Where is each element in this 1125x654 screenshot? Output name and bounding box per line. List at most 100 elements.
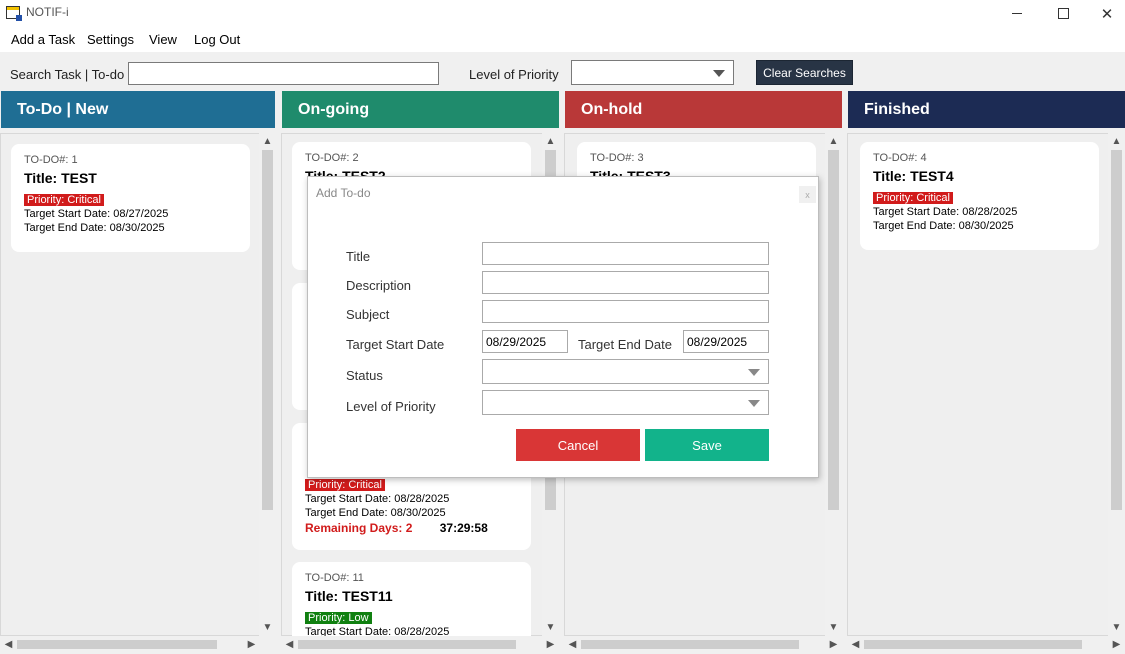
- vertical-scrollbar[interactable]: ▲ ▼: [1108, 133, 1125, 636]
- end-date-label: Target End Date: [578, 337, 672, 352]
- scroll-right-icon[interactable]: ▶: [825, 636, 842, 653]
- status-select[interactable]: [482, 359, 769, 384]
- maximize-button[interactable]: [1040, 0, 1086, 27]
- vertical-scrollbar[interactable]: ▲ ▼: [825, 133, 842, 636]
- scroll-down-icon[interactable]: ▼: [259, 619, 276, 636]
- menu-settings[interactable]: Settings: [87, 32, 134, 47]
- app-icon: [6, 6, 22, 21]
- scroll-down-icon[interactable]: ▼: [825, 619, 842, 636]
- menu-logout[interactable]: Log Out: [194, 32, 240, 47]
- scroll-thumb[interactable]: [864, 640, 1082, 649]
- remaining-days: Remaining Days: 2: [305, 521, 413, 535]
- card-start-date: Target Start Date: 08/27/2025: [24, 208, 169, 220]
- vertical-scrollbar[interactable]: ▲ ▼: [259, 133, 276, 636]
- chevron-down-icon: [748, 369, 760, 376]
- task-card[interactable]: TO-DO#: 1 Title: TEST Priority: Critical…: [11, 144, 250, 252]
- card-end-date: Target End Date: 08/30/2025: [873, 220, 1014, 232]
- card-number: TO-DO#: 4: [873, 152, 927, 164]
- scroll-up-icon[interactable]: ▲: [1108, 133, 1125, 150]
- horizontal-scrollbar[interactable]: ◀ ▶: [0, 636, 260, 653]
- search-bar: Search Task | To-do Level of Priority Cl…: [0, 52, 1125, 90]
- card-number: TO-DO#: 11: [305, 572, 364, 584]
- scroll-left-icon[interactable]: ◀: [847, 636, 864, 653]
- start-date-picker[interactable]: 08/29/2025: [482, 330, 568, 353]
- card-number: TO-DO#: 3: [590, 152, 644, 164]
- card-start-date: Target Start Date: 08/28/2025: [305, 493, 450, 505]
- scroll-up-icon[interactable]: ▲: [825, 133, 842, 150]
- scroll-thumb[interactable]: [262, 150, 273, 510]
- window-title: NOTIF-i: [26, 5, 69, 19]
- status-label: Status: [346, 368, 383, 383]
- card-number: TO-DO#: 1: [24, 154, 78, 166]
- horizontal-scrollbar[interactable]: ◀ ▶: [847, 636, 1125, 653]
- task-card[interactable]: TO-DO#: 4 Title: TEST4 Priority: Critica…: [860, 142, 1099, 250]
- scroll-up-icon[interactable]: ▲: [542, 133, 559, 150]
- card-start-date: Target Start Date: 08/28/2025: [873, 206, 1018, 218]
- title-field[interactable]: [482, 242, 769, 265]
- column-header-todo: To-Do | New: [1, 91, 275, 128]
- priority-badge: Priority: Critical: [305, 479, 385, 491]
- search-input[interactable]: [128, 62, 439, 85]
- end-date-picker[interactable]: 08/29/2025: [683, 330, 769, 353]
- scroll-right-icon[interactable]: ▶: [243, 636, 260, 653]
- close-window-button[interactable]: ✕: [1084, 0, 1125, 27]
- cancel-button[interactable]: Cancel: [516, 429, 640, 461]
- start-date-label: Target Start Date: [346, 337, 445, 352]
- priority-select[interactable]: [482, 390, 769, 415]
- priority-filter-label: Level of Priority: [469, 67, 559, 82]
- maximize-icon: [1057, 8, 1069, 19]
- task-card[interactable]: TO-DO#: 11 Title: TEST11 Priority: Low T…: [292, 562, 531, 636]
- close-icon: x: [805, 189, 810, 200]
- priority-filter-select[interactable]: [571, 60, 734, 85]
- card-number: TO-DO#: 2: [305, 152, 359, 164]
- card-title: Title: TEST4: [873, 168, 954, 184]
- card-end-date: Target End Date: 08/30/2025: [24, 222, 165, 234]
- remaining-row: Remaining Days: 2 37:29:58: [305, 521, 518, 535]
- priority-badge: Priority: Low: [305, 612, 372, 624]
- scroll-thumb[interactable]: [1111, 150, 1122, 510]
- minimize-button[interactable]: [994, 0, 1040, 27]
- subject-label: Subject: [346, 307, 390, 322]
- scroll-up-icon[interactable]: ▲: [259, 133, 276, 150]
- priority-badge: Priority: Critical: [873, 192, 953, 204]
- dialog-close-button[interactable]: x: [799, 186, 816, 203]
- scroll-right-icon[interactable]: ▶: [542, 636, 559, 653]
- priority-label: Level of Priority: [346, 399, 436, 414]
- clear-searches-button[interactable]: Clear Searches: [756, 60, 853, 85]
- chevron-down-icon: [713, 70, 725, 77]
- scroll-left-icon[interactable]: ◀: [0, 636, 17, 653]
- search-label: Search Task | To-do: [10, 67, 125, 82]
- scroll-thumb[interactable]: [581, 640, 799, 649]
- menu-add-task[interactable]: Add a Task: [11, 32, 75, 47]
- save-button[interactable]: Save: [645, 429, 769, 461]
- column-header-onhold: On-hold: [565, 91, 842, 128]
- scroll-thumb[interactable]: [298, 640, 516, 649]
- horizontal-scrollbar[interactable]: ◀ ▶: [564, 636, 842, 653]
- horizontal-scrollbar[interactable]: ◀ ▶: [281, 636, 559, 653]
- menu-view[interactable]: View: [149, 32, 177, 47]
- card-title: Title: TEST: [24, 170, 97, 186]
- scroll-down-icon[interactable]: ▼: [1108, 619, 1125, 636]
- chevron-down-icon: [748, 400, 760, 407]
- card-start-date: Target Start Date: 08/28/2025: [305, 626, 450, 636]
- scroll-left-icon[interactable]: ◀: [564, 636, 581, 653]
- scroll-right-icon[interactable]: ▶: [1108, 636, 1125, 653]
- description-field[interactable]: [482, 271, 769, 294]
- column-header-finished: Finished: [848, 91, 1125, 128]
- scroll-down-icon[interactable]: ▼: [542, 619, 559, 636]
- scroll-thumb[interactable]: [828, 150, 839, 510]
- minimize-icon: [1012, 13, 1022, 14]
- scroll-thumb[interactable]: [17, 640, 217, 649]
- close-icon: ✕: [1100, 5, 1114, 23]
- add-todo-dialog: Add To-do x Title Description Subject Ta…: [307, 176, 819, 478]
- card-title: Title: TEST11: [305, 588, 393, 604]
- title-bar: NOTIF-i ✕: [0, 0, 1125, 27]
- card-end-date: Target End Date: 08/30/2025: [305, 507, 446, 519]
- menu-bar: Add a Task Settings View Log Out: [0, 27, 1125, 52]
- priority-badge: Priority: Critical: [24, 194, 104, 206]
- scroll-left-icon[interactable]: ◀: [281, 636, 298, 653]
- title-label: Title: [346, 249, 371, 264]
- dialog-title: Add To-do: [316, 186, 371, 200]
- description-label: Description: [346, 278, 412, 293]
- subject-field[interactable]: [482, 300, 769, 323]
